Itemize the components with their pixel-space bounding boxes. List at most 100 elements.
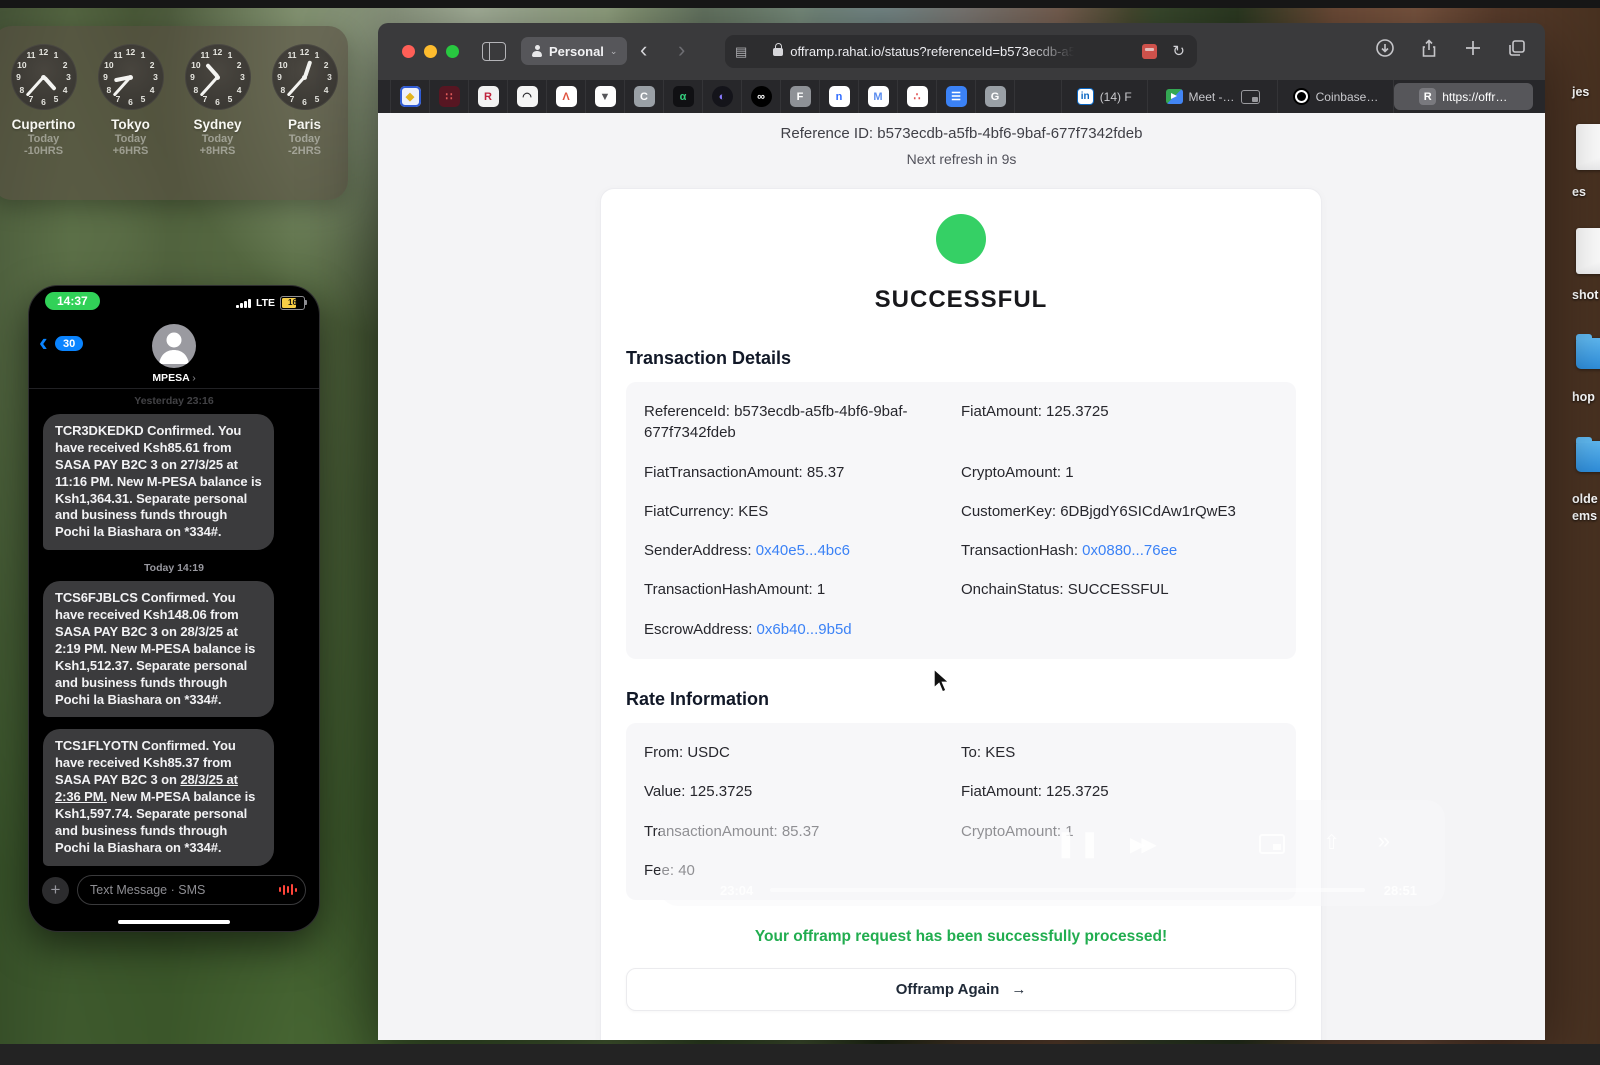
- detail-link[interactable]: 0x6b40...9b5d: [757, 621, 852, 638]
- forward-button[interactable]: ›: [678, 36, 685, 64]
- pinned-tab[interactable]: ▼: [586, 80, 625, 113]
- detail-link[interactable]: 0x40e5...4bc6: [756, 542, 850, 559]
- clock-numeral: 10: [278, 59, 288, 70]
- profile-switcher[interactable]: Personal ⌄: [521, 37, 628, 65]
- audio-message-icon[interactable]: [278, 884, 297, 895]
- clock-numeral: 9: [277, 72, 282, 82]
- detail-label: FiatAmount:: [961, 783, 1047, 801]
- detail-value: 125.3725: [689, 783, 753, 801]
- new-tab-icon[interactable]: [1463, 38, 1483, 58]
- detail-row: FiatTransactionAmount: 85.37 CryptoAmount…: [644, 453, 1278, 492]
- pinned-tab[interactable]: G: [976, 80, 1015, 113]
- docs-favicon: ☰: [945, 86, 967, 107]
- minimize-window-button[interactable]: [424, 45, 437, 58]
- unread-count-badge[interactable]: 30: [55, 336, 84, 351]
- tab-partial[interactable]: - C…: [1533, 80, 1545, 113]
- desktop-document-icon[interactable]: [1576, 124, 1600, 170]
- clock-numeral: 4: [323, 84, 329, 95]
- detail-cell: Value: 125.3725: [644, 781, 961, 802]
- detail-row: SenderAddress: 0x40e5...4bc6 TransactionH…: [644, 531, 1278, 570]
- detail-cell: CustomerKey: 6DBjgdY6SICdAw1rQwE3: [961, 501, 1278, 522]
- ribbon-favicon: ◆: [399, 86, 421, 107]
- desktop-document-icon[interactable]: [1576, 228, 1600, 274]
- pinned-tab[interactable]: Λ: [547, 80, 586, 113]
- clock-numeral: 8: [280, 84, 286, 95]
- sms-bubble[interactable]: TCS6FJBLCS Confirmed. You have received …: [43, 581, 274, 718]
- pinned-tab[interactable]: n: [820, 80, 859, 113]
- transaction-details-heading: Transaction Details: [626, 348, 792, 368]
- detail-link[interactable]: 0x0880...76ee: [1082, 542, 1177, 559]
- contact-avatar[interactable]: [152, 324, 196, 368]
- detail-cell: FiatAmount: 125.3725: [961, 401, 1278, 444]
- downloads-icon[interactable]: [1375, 38, 1395, 58]
- clock-numeral: 11: [287, 50, 297, 61]
- share-icon[interactable]: [1419, 38, 1439, 58]
- clock-sydney: 12 1 2 3 4 5 6 7 8 9 10 11 Sydney Today +8HRS: [174, 44, 261, 157]
- tab-offramp-active[interactable]: R https://offr…: [1393, 83, 1533, 110]
- clock-numeral: 3: [240, 72, 245, 82]
- sms-bubble[interactable]: TCS1FLYOTN Confirmed. You have received …: [43, 729, 274, 866]
- pinned-tab[interactable]: ∷: [430, 80, 469, 113]
- detail-cell: CryptoAmount: 1: [961, 821, 1278, 842]
- detail-cell: From: USDC: [644, 742, 961, 763]
- extension-icon[interactable]: [1142, 44, 1157, 59]
- pinned-tab[interactable]: ∞: [742, 80, 781, 113]
- sidebar-icon[interactable]: [482, 42, 506, 61]
- success-message: Your offramp request has been successful…: [754, 928, 1168, 946]
- detected-date-link[interactable]: 28/3/25 at 2:36 PM.: [55, 772, 238, 804]
- detail-label: CustomerKey:: [961, 502, 1061, 520]
- pinned-tab[interactable]: ◐: [703, 80, 742, 113]
- tabstrip-spacer: [1015, 80, 1062, 113]
- tab-meet[interactable]: Meet -…: [1148, 80, 1279, 113]
- pinned-tab[interactable]: R: [469, 80, 508, 113]
- world-clock-widget[interactable]: 12 1 2 3 4 5 6 7 8 9 10 11 Cupertino Today -10HRS 12 1 2 3…: [0, 26, 348, 200]
- pinned-tab[interactable]: ◠: [508, 80, 547, 113]
- clock-face: 12 1 2 3 4 5 6 7 8 9 10 11: [10, 44, 77, 110]
- clock-numeral: 2: [323, 59, 329, 70]
- desktop-folder-icon[interactable]: [1576, 334, 1600, 369]
- browser-toolbar: Personal ⌄ ‹ › ▤ offramp.rahat.io/status…: [378, 23, 1545, 80]
- close-window-button[interactable]: [402, 45, 415, 58]
- address-bar[interactable]: ▤ offramp.rahat.io/status?referenceId=b5…: [725, 35, 1197, 68]
- clock-numeral: 10: [17, 59, 27, 70]
- pinned-tab[interactable]: F: [781, 80, 820, 113]
- detail-label: TransactionAmount:: [644, 822, 782, 840]
- desktop-folder-icon[interactable]: [1576, 437, 1600, 472]
- pinned-tab[interactable]: ∴: [898, 80, 937, 113]
- iphone-mirroring-window[interactable]: 14:37 LTE 16 ‹ 30 MPESA › Yesterday 23:1…: [28, 285, 320, 932]
- detail-label: CryptoAmount:: [961, 822, 1066, 840]
- offramp-again-button[interactable]: Offramp Again →: [626, 968, 1296, 1012]
- back-chevron-icon[interactable]: ‹: [39, 329, 48, 355]
- clock-numeral: 10: [191, 59, 201, 70]
- home-indicator[interactable]: [118, 920, 230, 924]
- message-input[interactable]: [77, 875, 306, 905]
- clock-city-label: Sydney: [193, 117, 242, 132]
- page-content: Reference ID: b573ecdb-a5fb-4bf6-9baf-67…: [378, 113, 1545, 1040]
- notion-favicon: n: [828, 86, 850, 107]
- document-glyph: [1576, 124, 1600, 170]
- zoom-window-button[interactable]: [446, 45, 459, 58]
- pinned-tab[interactable]: ☰: [937, 80, 976, 113]
- status-card: SUCCESSFUL Transaction Details Reference…: [600, 188, 1322, 1040]
- tab-coinbase[interactable]: Coinbase…: [1278, 80, 1394, 113]
- clock-numeral: 3: [153, 72, 158, 82]
- add-attachment-button[interactable]: +: [42, 877, 69, 904]
- clock-center-dot: [128, 74, 133, 80]
- pinned-tab[interactable]: M: [859, 80, 898, 113]
- phone-status-bar: 14:37 LTE 16: [29, 286, 319, 316]
- tab-linkedin[interactable]: in (14) F: [1062, 80, 1148, 113]
- g-favicon: G: [984, 86, 1006, 107]
- tab-overview-icon[interactable]: [1507, 38, 1527, 58]
- clock-numeral: 1: [314, 50, 320, 61]
- sms-bubble[interactable]: TCR3DKEDKD Confirmed. You have received …: [43, 414, 274, 551]
- clock-center-dot: [302, 74, 307, 80]
- contact-name[interactable]: MPESA ›: [29, 372, 319, 384]
- reader-icon[interactable]: ▤: [735, 44, 747, 60]
- google-meet-icon: [1165, 89, 1183, 104]
- reload-icon[interactable]: ↻: [1172, 42, 1185, 60]
- pinned-tab[interactable]: ◆: [390, 80, 430, 113]
- detail-value: 125.3725: [1046, 783, 1109, 801]
- pinned-tab[interactable]: C: [625, 80, 664, 113]
- back-button[interactable]: ‹: [640, 36, 647, 64]
- pinned-tab[interactable]: α: [664, 80, 703, 113]
